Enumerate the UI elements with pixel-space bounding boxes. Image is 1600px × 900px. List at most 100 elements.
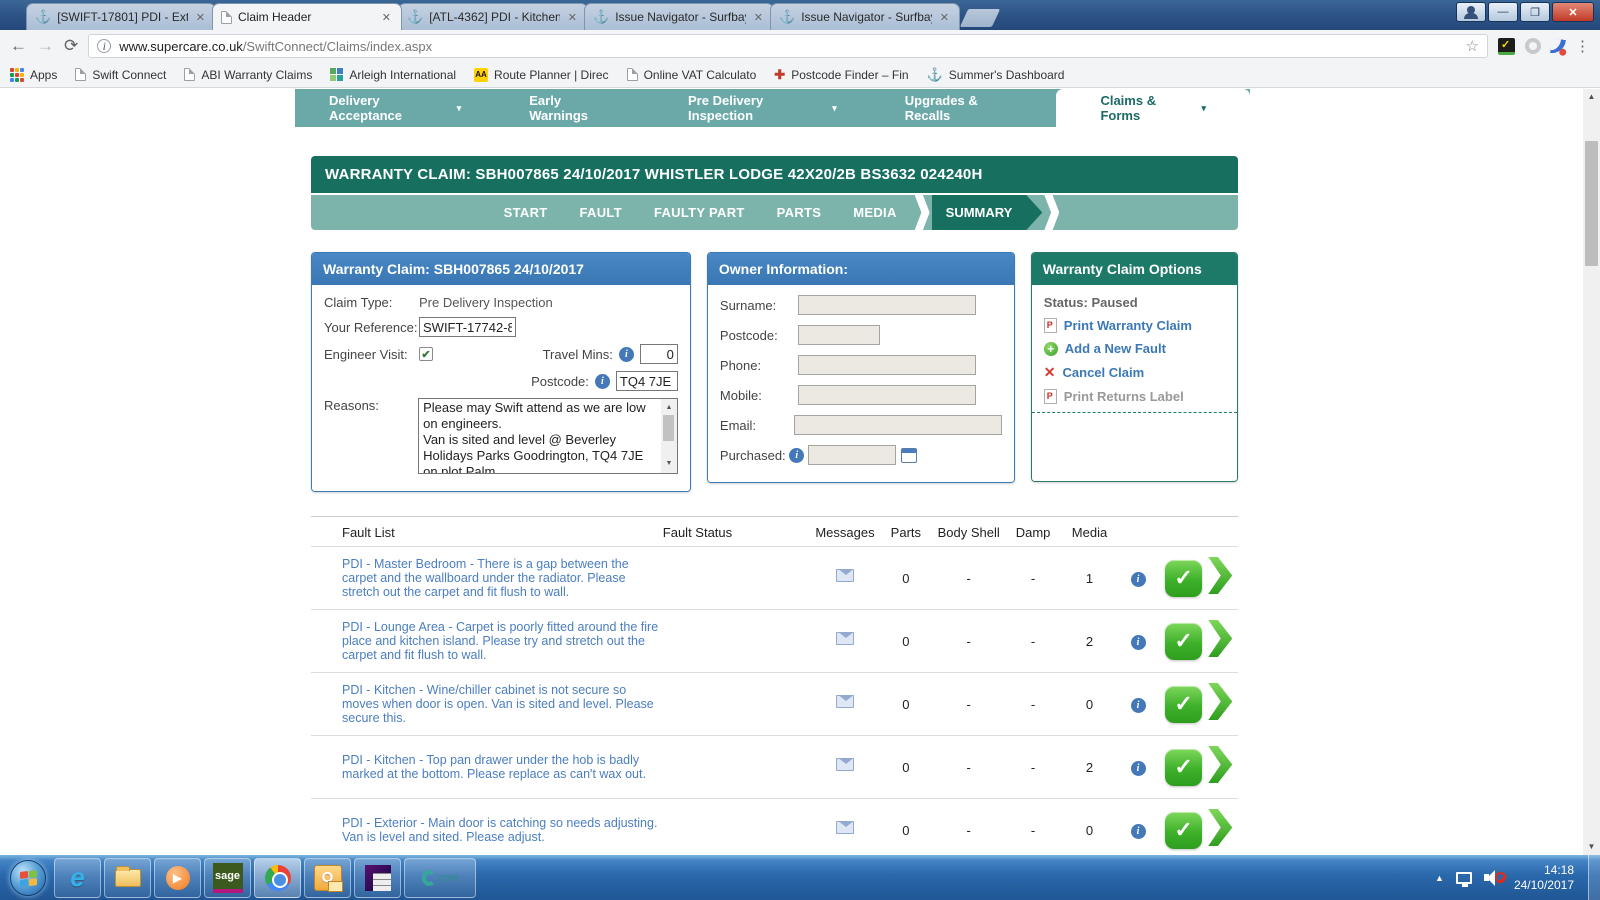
- bookmark-postcode-finder[interactable]: ✚Postcode Finder – Fin: [774, 67, 908, 83]
- fault-description-link[interactable]: PDI - Lounge Area - Carpet is poorly fit…: [342, 620, 663, 662]
- taskbar-spreadsheet-app[interactable]: [354, 858, 401, 898]
- browser-tab-3[interactable]: ⚓ [ATL-4362] PDI - Kitchen ✕: [398, 3, 588, 30]
- info-icon[interactable]: i: [595, 374, 610, 389]
- extension-circle-icon[interactable]: [1525, 38, 1541, 54]
- message-envelope-icon[interactable]: [836, 569, 854, 582]
- info-icon[interactable]: i: [1131, 824, 1146, 839]
- tab-close-icon[interactable]: ✕: [194, 11, 207, 24]
- step-parts[interactable]: PARTS: [777, 205, 822, 220]
- open-fault-arrow-button[interactable]: [1208, 809, 1232, 846]
- scroll-thumb[interactable]: [1585, 141, 1598, 266]
- fault-description-link[interactable]: PDI - Master Bedroom - There is a gap be…: [342, 557, 663, 599]
- complete-check-button[interactable]: ✓: [1165, 812, 1202, 849]
- scroll-up-icon[interactable]: ▲: [661, 400, 677, 416]
- reference-input[interactable]: [419, 317, 516, 337]
- bookmark-abi-warranty[interactable]: ABI Warranty Claims: [184, 68, 312, 82]
- chrome-menu-icon[interactable]: ⋮: [1575, 37, 1590, 55]
- nav-tab-pre-delivery-inspection[interactable]: Pre Delivery Inspection▾: [654, 89, 871, 127]
- print-warranty-claim-link[interactable]: Print Warranty Claim: [1044, 318, 1225, 333]
- browser-tab-1[interactable]: ⚓ [SWIFT-17801] PDI - Exte ✕: [26, 3, 216, 30]
- step-media[interactable]: MEDIA: [853, 205, 896, 220]
- bookmark-arleigh[interactable]: Arleigh International: [330, 68, 456, 82]
- engineer-visit-checkbox[interactable]: ✔: [419, 347, 433, 361]
- mobile-input[interactable]: [798, 385, 976, 405]
- message-envelope-icon[interactable]: [836, 695, 854, 708]
- nav-tab-early-warnings[interactable]: Early Warnings: [495, 89, 654, 127]
- open-fault-arrow-button[interactable]: [1208, 683, 1232, 720]
- message-envelope-icon[interactable]: [836, 821, 854, 834]
- info-icon[interactable]: i: [619, 347, 634, 362]
- forward-button[interactable]: →: [37, 36, 54, 56]
- open-fault-arrow-button[interactable]: [1208, 620, 1232, 657]
- nav-tab-upgrades-recalls[interactable]: Upgrades & Recalls: [871, 89, 1057, 127]
- bookmark-route-planner[interactable]: AARoute Planner | Direc: [474, 68, 609, 82]
- fault-description-link[interactable]: PDI - Kitchen - Top pan drawer under the…: [342, 753, 663, 781]
- back-button[interactable]: ←: [10, 36, 27, 56]
- message-envelope-icon[interactable]: [836, 632, 854, 645]
- complete-check-button[interactable]: ✓: [1165, 623, 1202, 660]
- network-icon[interactable]: [1456, 872, 1472, 884]
- info-icon[interactable]: i: [1131, 761, 1146, 776]
- reasons-textarea[interactable]: Please may Swift attend as we are low on…: [418, 398, 678, 474]
- reload-button[interactable]: ⟳: [64, 36, 78, 56]
- address-bar[interactable]: i www.supercare.co.uk/SwiftConnect/Claim…: [88, 34, 1488, 58]
- page-scrollbar[interactable]: ▲ ▼: [1583, 89, 1600, 855]
- scroll-thumb[interactable]: [663, 415, 674, 441]
- bookmark-apps[interactable]: Apps: [10, 68, 57, 82]
- step-start[interactable]: START: [504, 205, 548, 220]
- scroll-down-icon[interactable]: ▼: [661, 456, 677, 472]
- textarea-scrollbar[interactable]: ▲▼: [661, 399, 677, 473]
- info-icon[interactable]: i: [789, 448, 804, 463]
- taskbar-sage[interactable]: sage: [204, 858, 251, 898]
- purchased-date-input[interactable]: [808, 445, 896, 465]
- fault-description-link[interactable]: PDI - Exterior - Main door is catching s…: [342, 816, 663, 844]
- nav-tab-delivery-acceptance[interactable]: Delivery Acceptance▾: [295, 89, 495, 127]
- info-icon[interactable]: i: [1131, 572, 1146, 587]
- info-icon[interactable]: i: [1131, 698, 1146, 713]
- step-faulty-part[interactable]: FAULTY PART: [654, 205, 745, 220]
- profile-button[interactable]: [1456, 2, 1486, 22]
- complete-check-button[interactable]: ✓: [1165, 560, 1202, 597]
- browser-tab-5[interactable]: ⚓ Issue Navigator - Surfbay ✕: [770, 3, 960, 30]
- maximize-button[interactable]: ❐: [1520, 2, 1550, 22]
- taskbar-outlook[interactable]: O: [304, 858, 351, 898]
- taskbar-file-explorer[interactable]: [104, 858, 151, 898]
- message-envelope-icon[interactable]: [836, 758, 854, 771]
- extension-checkmark-icon[interactable]: [1498, 38, 1515, 55]
- scroll-down-icon[interactable]: ▼: [1583, 839, 1600, 855]
- add-new-fault-link[interactable]: +Add a New Fault: [1044, 341, 1225, 356]
- fault-description-link[interactable]: PDI - Kitchen - Wine/chiller cabinet is …: [342, 683, 663, 725]
- taskbar-media-player[interactable]: ▶: [154, 858, 201, 898]
- browser-tab-2-active[interactable]: Claim Header ✕: [212, 3, 402, 30]
- scroll-up-icon[interactable]: ▲: [1583, 89, 1600, 105]
- taskbar-chrome-active[interactable]: [254, 858, 301, 898]
- nav-tab-claims-forms[interactable]: Claims & Forms▾: [1056, 89, 1250, 127]
- show-desktop-button[interactable]: [1588, 855, 1600, 900]
- close-button[interactable]: ✕: [1552, 2, 1594, 22]
- bookmark-summers-dashboard[interactable]: ⚓Summer's Dashboard: [927, 67, 1065, 83]
- extension-phone-icon[interactable]: [1550, 38, 1566, 55]
- tab-close-icon[interactable]: ✕: [380, 11, 393, 24]
- bookmark-vat-calculator[interactable]: Online VAT Calculato: [627, 68, 757, 82]
- site-info-icon[interactable]: i: [97, 39, 111, 53]
- claim-postcode-input[interactable]: [616, 371, 678, 391]
- owner-postcode-input[interactable]: [798, 325, 880, 345]
- browser-tab-4[interactable]: ⚓ Issue Navigator - Surfbay ✕: [584, 3, 774, 30]
- complete-check-button[interactable]: ✓: [1165, 686, 1202, 723]
- taskbar-clock[interactable]: 14:1824/10/2017: [1514, 863, 1574, 893]
- info-icon[interactable]: i: [1131, 635, 1146, 650]
- new-tab-button[interactable]: [960, 9, 1000, 27]
- taskbar-internet-explorer[interactable]: e: [54, 858, 101, 898]
- calendar-icon[interactable]: [901, 448, 917, 463]
- bookmark-swift-connect[interactable]: Swift Connect: [75, 68, 166, 82]
- step-fault[interactable]: FAULT: [580, 205, 622, 220]
- cancel-claim-link[interactable]: ✕Cancel Claim: [1044, 364, 1225, 381]
- open-fault-arrow-button[interactable]: [1208, 746, 1232, 783]
- tab-close-icon[interactable]: ✕: [752, 11, 765, 24]
- print-returns-label-link[interactable]: Print Returns Label: [1044, 389, 1225, 404]
- phone-input[interactable]: [798, 355, 976, 375]
- open-fault-arrow-button[interactable]: [1208, 557, 1232, 594]
- bookmark-star-icon[interactable]: ☆: [1466, 37, 1479, 55]
- step-summary-active[interactable]: SUMMARY: [932, 195, 1043, 230]
- taskbar-com-app[interactable]: com: [404, 858, 476, 898]
